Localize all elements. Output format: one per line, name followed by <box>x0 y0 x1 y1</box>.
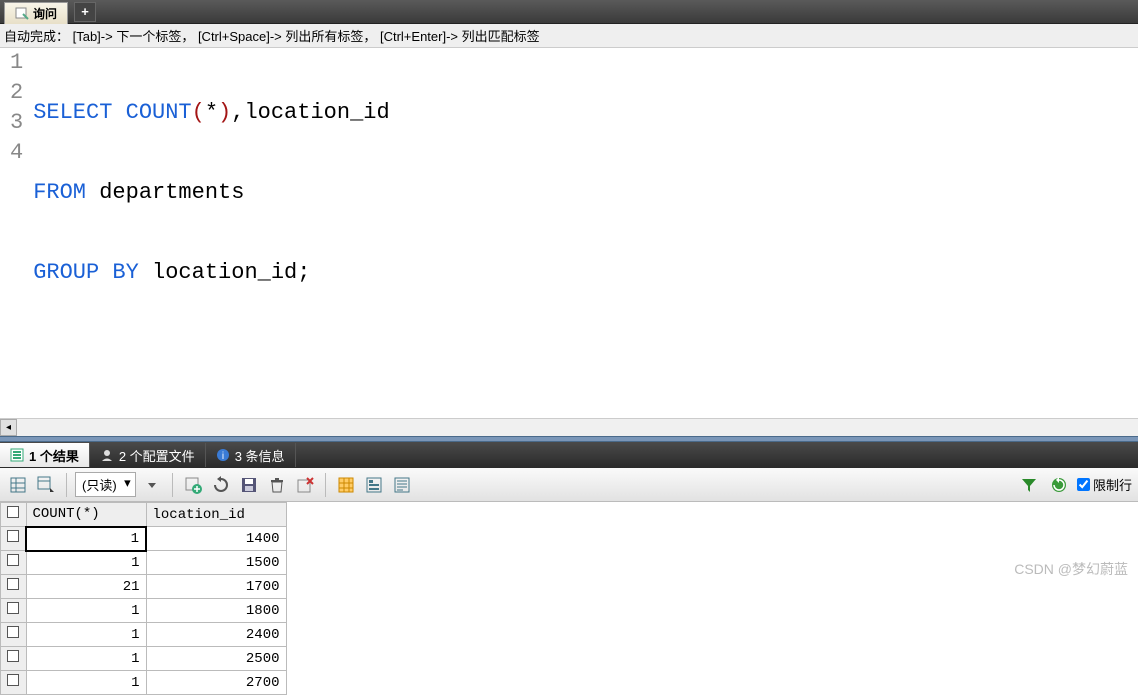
grid-dropdown-button[interactable] <box>34 473 58 497</box>
view-text-button[interactable] <box>390 473 414 497</box>
row-check[interactable] <box>1 575 27 599</box>
editor-tab-strip: 询问 + <box>0 0 1138 24</box>
cell-location[interactable]: 1800 <box>146 599 286 623</box>
table-row[interactable]: 11800 <box>1 599 287 623</box>
table-row[interactable]: 12700 <box>1 671 287 695</box>
row-check[interactable] <box>1 527 27 551</box>
save-button[interactable] <box>237 473 261 497</box>
readonly-dropdown-icon[interactable] <box>140 473 164 497</box>
result-tab-strip: 1 个结果 2 个配置文件 i 3 条信息 <box>0 442 1138 468</box>
result-grid[interactable]: COUNT(*) location_id 1140011500211700118… <box>0 502 287 695</box>
table-row[interactable]: 11400 <box>1 527 287 551</box>
cell-count[interactable]: 1 <box>26 527 146 551</box>
cell-location[interactable]: 1500 <box>146 551 286 575</box>
sql-code[interactable]: SELECT COUNT(*),location_id FROM departm… <box>33 48 1138 418</box>
header-location[interactable]: location_id <box>146 503 286 527</box>
svg-text:i: i <box>222 451 224 462</box>
limit-rows-checkbox[interactable]: 限制行 <box>1077 475 1132 494</box>
cell-location[interactable]: 2500 <box>146 647 286 671</box>
info-icon: i <box>216 448 230 462</box>
header-count[interactable]: COUNT(*) <box>26 503 146 527</box>
reload-button[interactable] <box>1047 473 1071 497</box>
header-check-col[interactable] <box>1 503 27 527</box>
table-row[interactable]: 211700 <box>1 575 287 599</box>
cancel-button[interactable] <box>293 473 317 497</box>
scroll-left-icon[interactable]: ◂ <box>0 419 17 436</box>
results-icon <box>10 448 24 462</box>
cell-count[interactable]: 1 <box>26 599 146 623</box>
profile-icon <box>100 448 114 462</box>
cell-count[interactable]: 1 <box>26 551 146 575</box>
table-row[interactable]: 12500 <box>1 647 287 671</box>
cell-location[interactable]: 2700 <box>146 671 286 695</box>
row-check[interactable] <box>1 599 27 623</box>
grid-header-row: COUNT(*) location_id <box>1 503 287 527</box>
tab-label: 询问 <box>33 5 57 22</box>
row-check[interactable] <box>1 623 27 647</box>
autocomplete-hint: 自动完成： [Tab]-> 下一个标签， [Ctrl+Space]-> 列出所有… <box>0 24 1138 48</box>
grid-view-button[interactable] <box>6 473 30 497</box>
tab-query[interactable]: 询问 <box>4 2 68 24</box>
tab-results[interactable]: 1 个结果 <box>0 443 90 467</box>
table-row[interactable]: 11500 <box>1 551 287 575</box>
tab-messages[interactable]: i 3 条信息 <box>206 443 296 467</box>
editor-hscroll[interactable]: ◂ <box>0 418 1138 436</box>
view-form-button[interactable] <box>362 473 386 497</box>
filter-button[interactable] <box>1017 473 1041 497</box>
cell-count[interactable]: 1 <box>26 623 146 647</box>
row-check[interactable] <box>1 647 27 671</box>
cell-count[interactable]: 1 <box>26 671 146 695</box>
cell-location[interactable]: 2400 <box>146 623 286 647</box>
table-row[interactable]: 12400 <box>1 623 287 647</box>
checkbox-icon[interactable] <box>7 506 19 518</box>
result-toolbar: (只读) 限制行 <box>0 468 1138 502</box>
row-check[interactable] <box>1 671 27 695</box>
add-row-button[interactable] <box>181 473 205 497</box>
view-grid-button[interactable] <box>334 473 358 497</box>
cell-location[interactable]: 1700 <box>146 575 286 599</box>
delete-button[interactable] <box>265 473 289 497</box>
add-tab-button[interactable]: + <box>74 2 96 22</box>
sql-editor[interactable]: 1 2 3 4 SELECT COUNT(*),location_id FROM… <box>0 48 1138 418</box>
row-check[interactable] <box>1 551 27 575</box>
query-icon <box>15 6 29 20</box>
watermark: CSDN @梦幻蔚蓝 <box>1014 559 1128 579</box>
limit-rows-input[interactable] <box>1077 478 1090 491</box>
line-gutter: 1 2 3 4 <box>0 48 33 418</box>
cell-location[interactable]: 1400 <box>146 527 286 551</box>
tab-profiles[interactable]: 2 个配置文件 <box>90 443 206 467</box>
refresh-button[interactable] <box>209 473 233 497</box>
cell-count[interactable]: 1 <box>26 647 146 671</box>
cell-count[interactable]: 21 <box>26 575 146 599</box>
readonly-select[interactable]: (只读) <box>75 472 136 497</box>
